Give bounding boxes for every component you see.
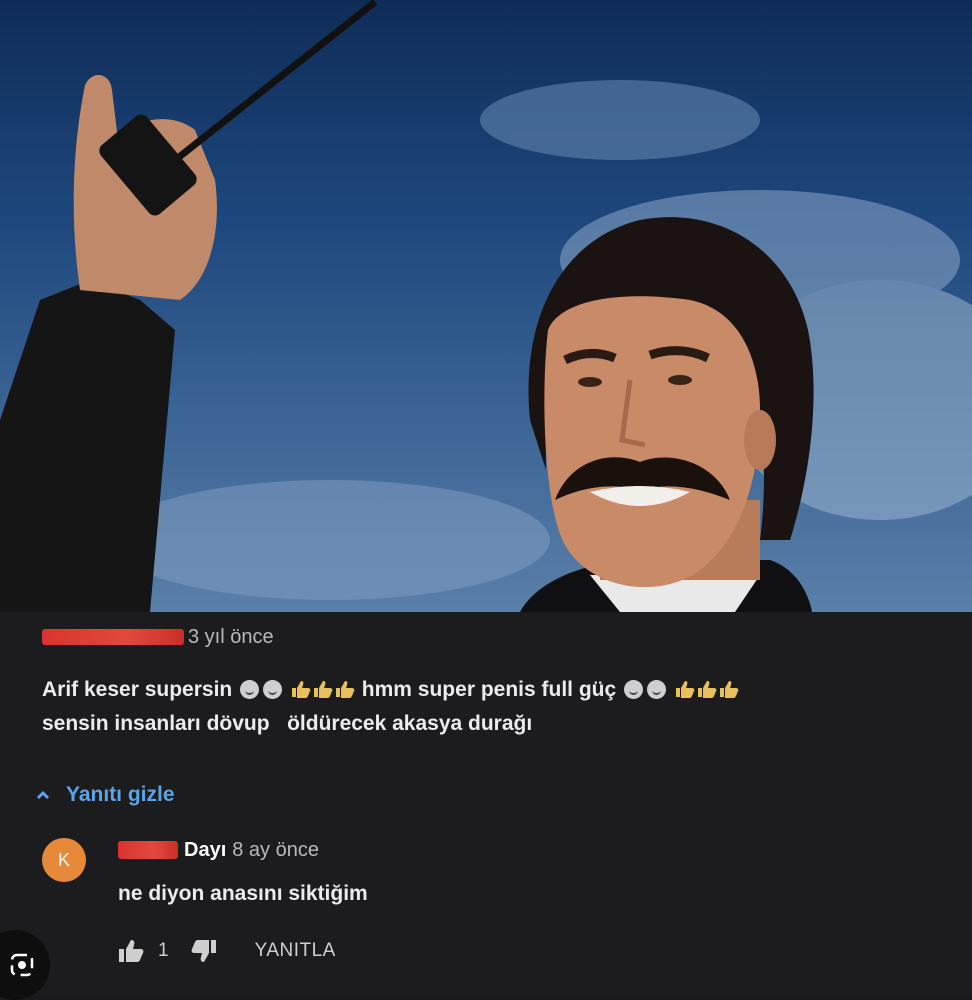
- thumbs-up-emoji-icon: [697, 681, 717, 698]
- comment-time: 3 yıl önce: [188, 625, 274, 648]
- thumbs-up-emoji-icon: [291, 681, 311, 698]
- redacted-username: [118, 841, 178, 859]
- avatar[interactable]: K: [42, 838, 86, 882]
- comment-text-part: sensin insanları dövup: [42, 712, 270, 735]
- video-frame: [0, 0, 972, 612]
- avatar-letter: K: [57, 849, 70, 870]
- grinning-emoji-icon: [647, 680, 667, 699]
- hide-replies-label: Yanıtı gizle: [66, 783, 175, 806]
- comment-header: 3 yıl önce: [42, 624, 274, 650]
- thumbs-up-emoji-icon: [313, 681, 333, 698]
- comment-text-part: hmm super penis full güç: [361, 678, 617, 701]
- chevron-up-icon: [36, 790, 50, 800]
- video-scene: [0, 0, 972, 612]
- reply-time: 8 ay önce: [232, 838, 319, 861]
- dislike-button[interactable]: [191, 939, 217, 963]
- thumbs-up-emoji-icon: [675, 681, 695, 698]
- thumbs-down-icon: [191, 940, 216, 962]
- reply-actions: 1 YANITLA: [118, 934, 336, 968]
- lens-icon: [10, 953, 34, 977]
- comment-text: Arif keser supersin hmm super penis full…: [42, 673, 952, 741]
- hide-replies-button[interactable]: Yanıtı gizle: [36, 780, 175, 810]
- redacted-username: [42, 629, 184, 645]
- raised-arm: [0, 280, 175, 612]
- comment-text-part: öldürecek akasya durağı: [287, 712, 533, 735]
- reply-author[interactable]: Dayı: [184, 839, 226, 862]
- reply-header: Dayı 8 ay önce: [118, 836, 319, 864]
- comment-text-part: Arif keser supersin: [42, 678, 233, 701]
- thumbs-up-icon: [119, 940, 144, 962]
- reply-button[interactable]: YANITLA: [255, 940, 336, 962]
- like-button[interactable]: [118, 939, 144, 963]
- thumbs-up-emoji-icon: [719, 681, 739, 698]
- reply-text: ne diyon anasını siktiğim: [118, 882, 368, 905]
- like-count: 1: [158, 940, 169, 961]
- grinning-emoji-icon: [263, 680, 283, 699]
- thumbs-up-emoji-icon: [335, 681, 355, 698]
- grinning-emoji-icon: [240, 680, 260, 699]
- more-icon[interactable]: ⋮: [0, 648, 8, 676]
- grinning-emoji-icon: [624, 680, 644, 699]
